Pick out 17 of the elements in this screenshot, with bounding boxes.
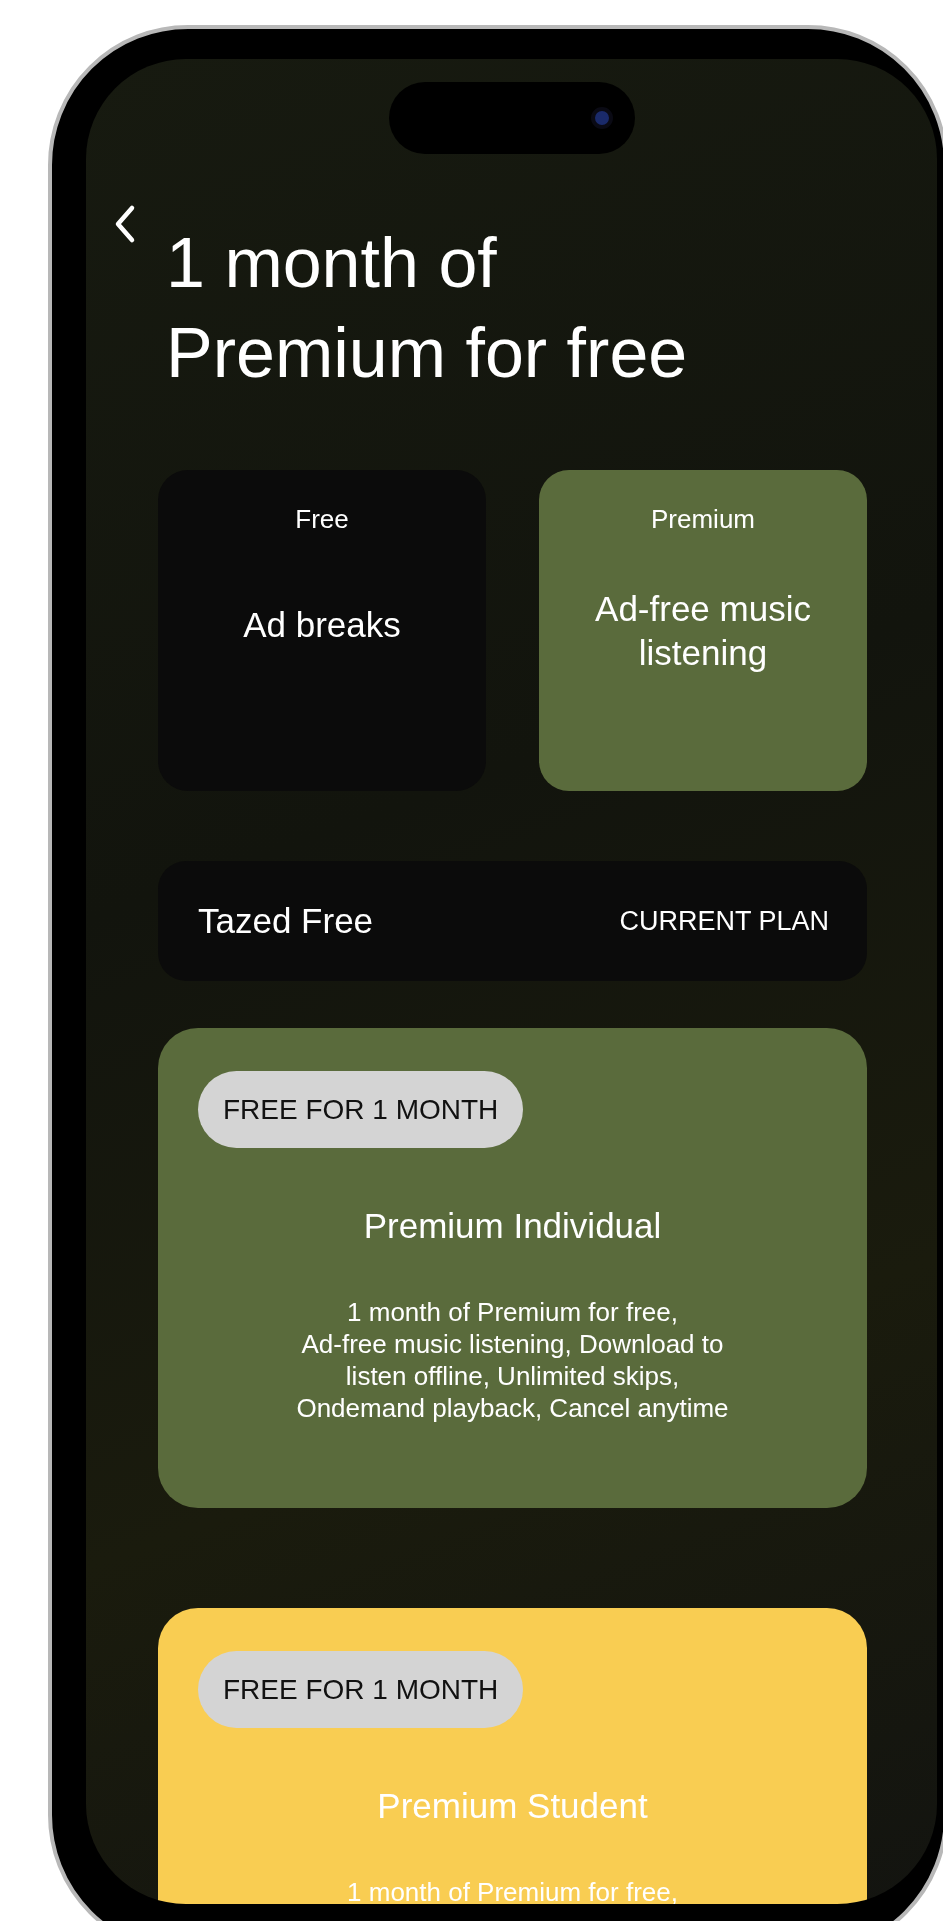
- offer-badge: FREE FOR 1 MONTH: [198, 1651, 524, 1728]
- camera-icon: [590, 107, 613, 129]
- plan-feature: Ad-free music listening: [594, 588, 812, 674]
- back-icon: [114, 204, 136, 244]
- plan-name: Tazed Free: [198, 901, 374, 941]
- offer-badge: FREE FOR 1 MONTH: [198, 1071, 524, 1148]
- offer-title: Premium Student: [376, 1786, 649, 1826]
- plan-feature: Ad breaks: [242, 604, 402, 646]
- plan-status: CURRENT PLAN: [619, 905, 829, 937]
- offer-description: 1 month of Premium for free, Ad-free music listening, Download to listen offline, Unlimited skips, Ondemand playback, Cancel anytime: [295, 1296, 730, 1424]
- offer-title: Premium Individual: [362, 1206, 663, 1246]
- plan-label: Premium: [650, 504, 756, 535]
- offer-card[interactable]: FREE FOR 1 MONTH Premium Individual 1 month of Premium for free, Ad-free music listening, Download to listen offline, Unlimited skips, Ondemand playback, Cancel anytime: [158, 1028, 867, 1508]
- plan-label: Free: [294, 504, 350, 535]
- offer-description: 1 month of Premium for free,: [346, 1876, 679, 1904]
- offer-card[interactable]: FREE FOR 1 MONTH Premium Student 1 month of Premium for free,: [158, 1608, 867, 1904]
- page-title: 1 month of Premium for free: [166, 223, 688, 394]
